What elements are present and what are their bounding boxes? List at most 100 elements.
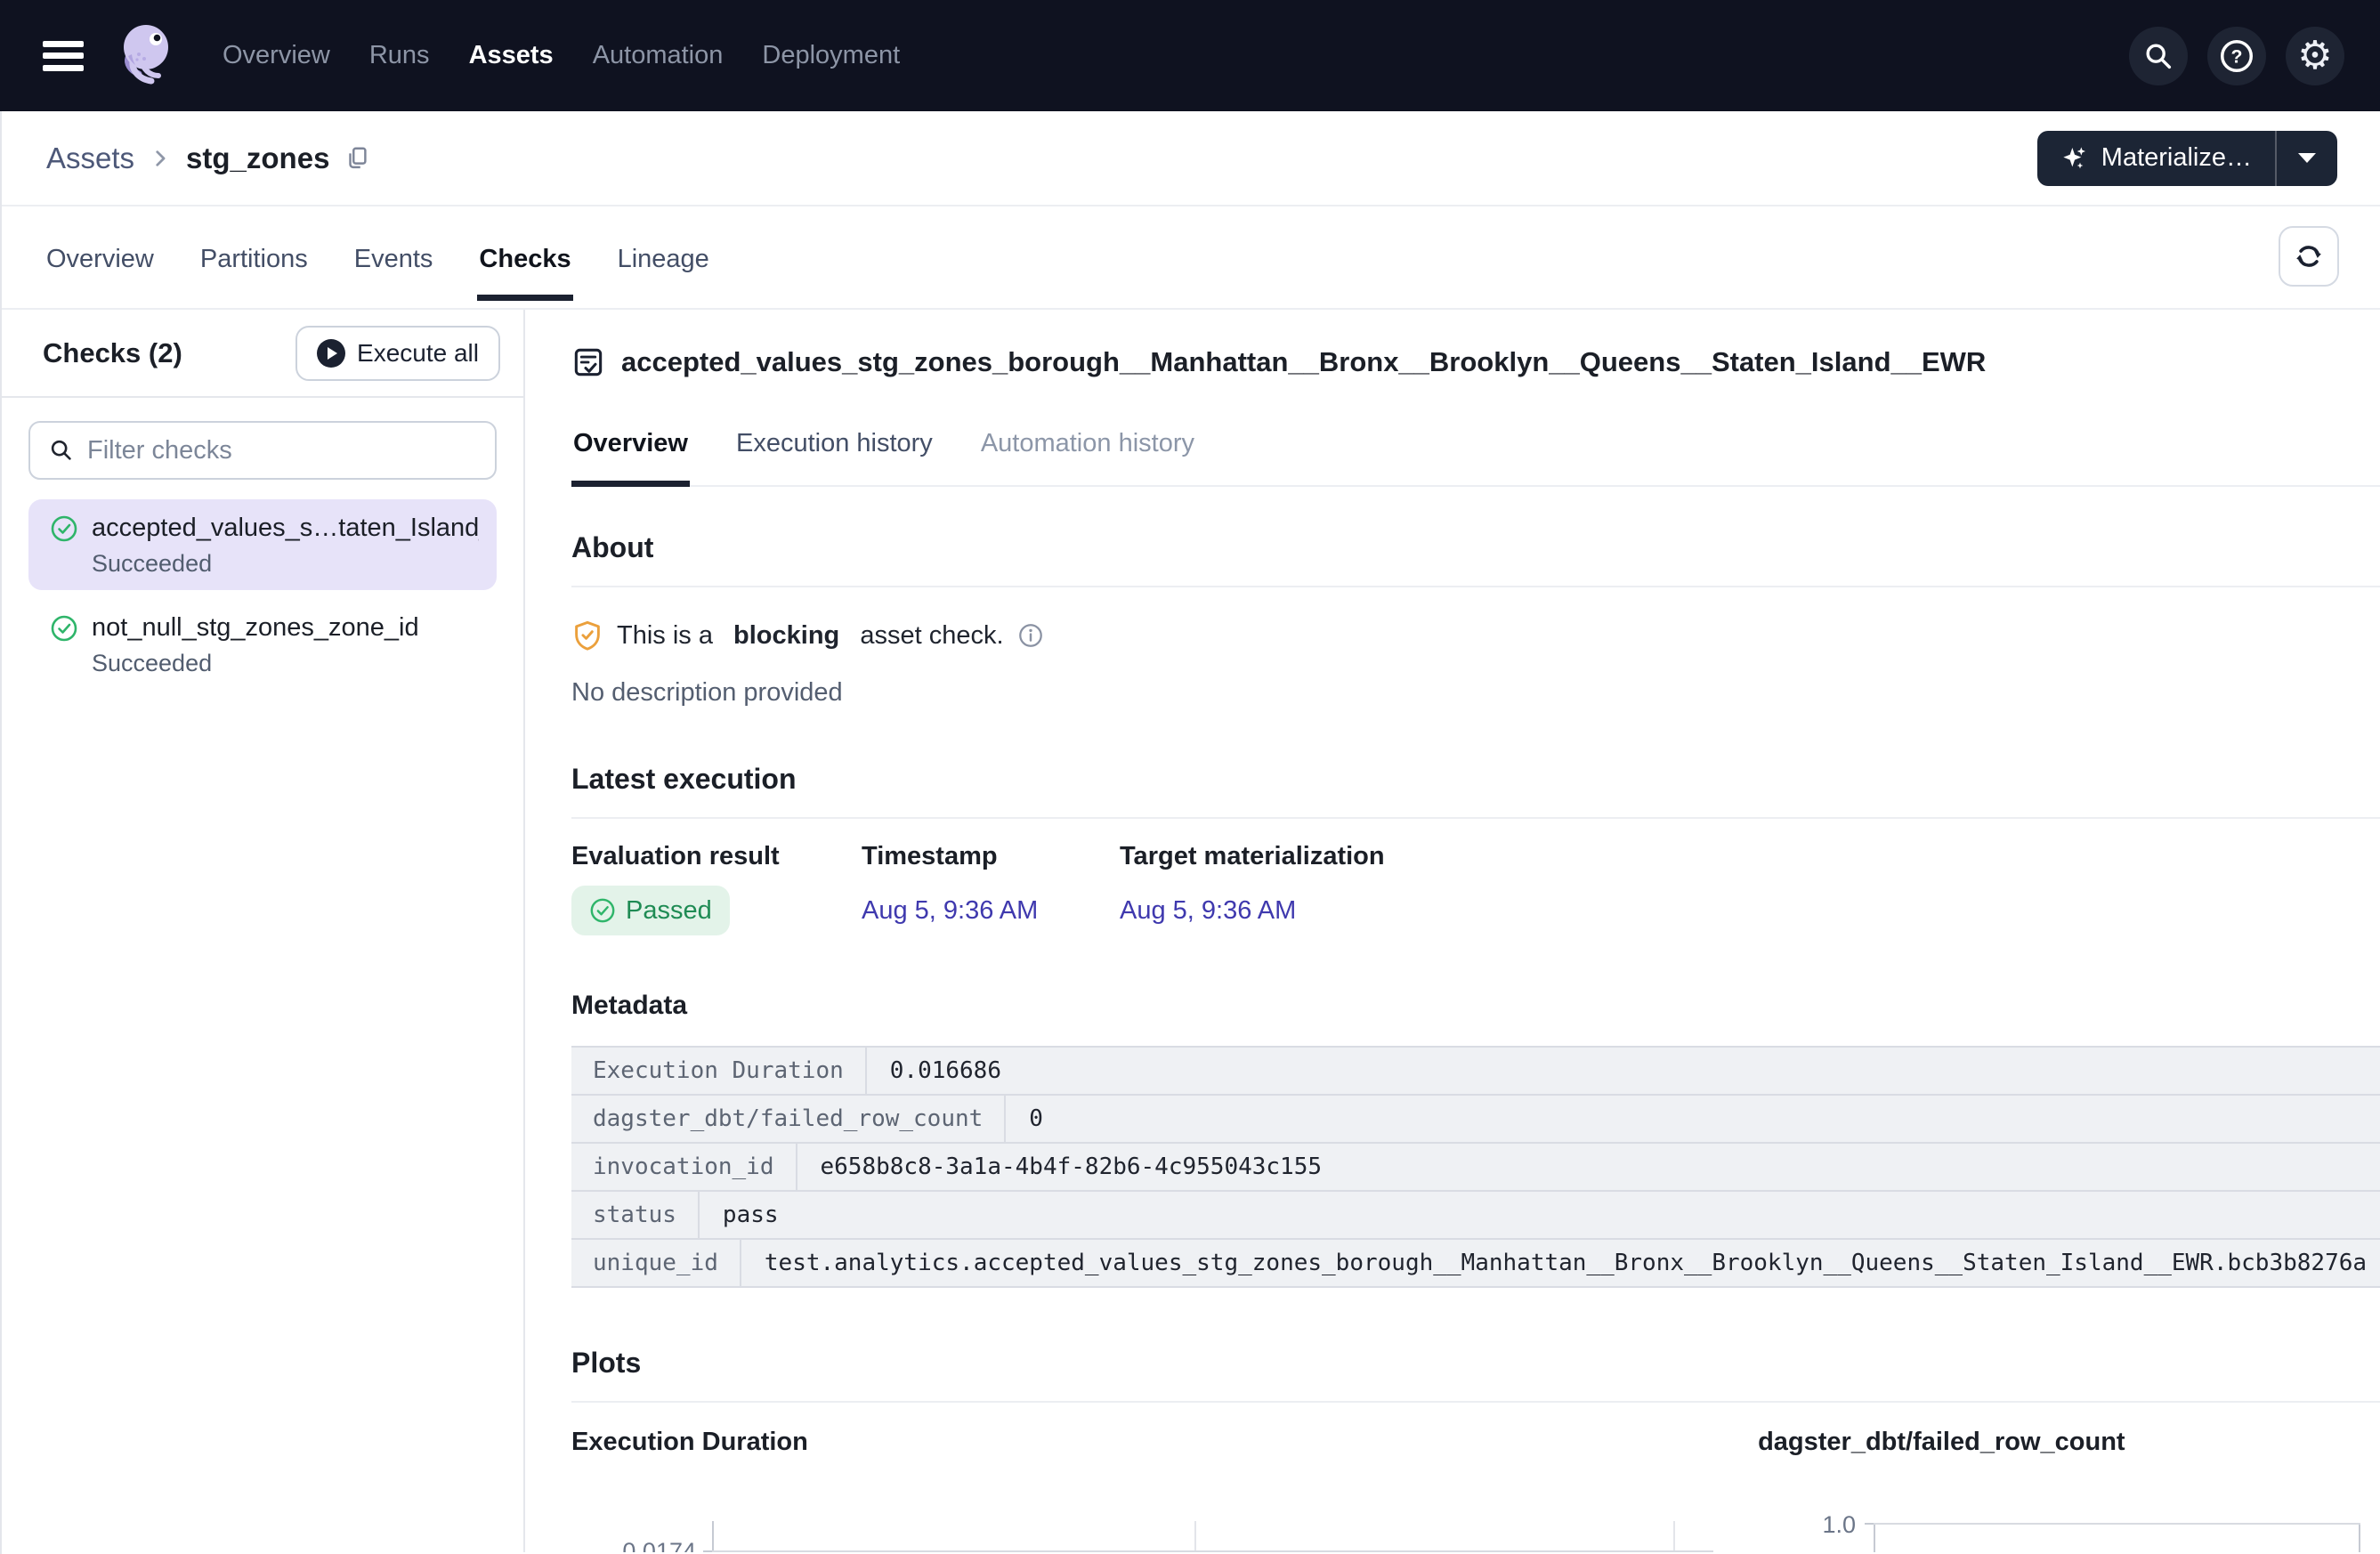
blocking-text-suffix: asset check. — [853, 621, 1003, 651]
column-header-target-materialization: Target materialization — [1120, 842, 1385, 871]
materialize-dropdown-button[interactable] — [2277, 131, 2337, 186]
nav-item-deployment[interactable]: Deployment — [762, 41, 900, 70]
y-tick-label: 0.0174 — [571, 1538, 696, 1552]
tab-lineage[interactable]: Lineage — [616, 245, 711, 308]
nav-item-runs[interactable]: Runs — [369, 41, 430, 70]
check-tab-overview[interactable]: Overview — [571, 429, 690, 485]
check-name: not_null_stg_zones_zone_id — [92, 613, 479, 643]
metadata-key: status — [571, 1192, 700, 1238]
nav-item-overview[interactable]: Overview — [223, 41, 330, 70]
metadata-heading: Metadata — [571, 991, 2380, 1021]
chart-canvas: 0.0174 — [571, 1521, 1718, 1552]
checks-count-title: Checks (2) — [43, 337, 182, 369]
metadata-key: unique_id — [571, 1240, 741, 1286]
info-icon[interactable] — [1017, 622, 1044, 649]
search-button[interactable] — [2129, 27, 2188, 85]
help-button[interactable]: ? — [2207, 27, 2266, 85]
materialize-label: Materialize… — [2101, 143, 2252, 173]
metadata-key: Execution Duration — [571, 1048, 867, 1094]
breadcrumb-assets-link[interactable]: Assets — [46, 142, 134, 175]
y-tick-label: 1.0 — [1731, 1511, 1856, 1539]
metadata-value: pass — [700, 1192, 2380, 1238]
execution-duration-chart: Execution Duration 0.0174 — [571, 1428, 1718, 1552]
column-header-timestamp: Timestamp — [862, 842, 1120, 871]
nav-item-automation[interactable]: Automation — [593, 41, 724, 70]
failed-row-count-chart: dagster_dbt/failed_row_count 1.0 0.6 — [1758, 1428, 2380, 1552]
breadcrumb: Assets stg_zones — [46, 142, 370, 175]
status-badge: Passed — [571, 886, 730, 935]
nav-links: Overview Runs Assets Automation Deployme… — [223, 41, 900, 70]
svg-text:?: ? — [2231, 45, 2243, 67]
check-title: accepted_values_stg_zones_borough__Manha… — [621, 346, 1986, 378]
asset-name: stg_zones — [186, 142, 329, 175]
metadata-value: e658b8c8-3a1a-4b4f-82b6-4c955043c155 — [797, 1144, 2380, 1190]
check-circle-icon — [50, 614, 78, 643]
check-list-item[interactable]: accepted_values_s…taten_Island__EWR Succ… — [28, 499, 497, 590]
metadata-key: invocation_id — [571, 1144, 797, 1190]
chart-canvas: 1.0 0.6 — [1758, 1521, 2380, 1552]
play-icon — [317, 339, 345, 368]
check-circle-icon — [50, 514, 78, 543]
breadcrumb-bar: Assets stg_zones Materialize… — [2, 111, 2380, 206]
passed-label: Passed — [626, 896, 712, 926]
table-row: dagster_dbt/failed_row_count 0 — [571, 1096, 2380, 1144]
chart-title: dagster_dbt/failed_row_count — [1758, 1428, 2380, 1457]
metadata-key: dagster_dbt/failed_row_count — [571, 1096, 1006, 1142]
check-list-item[interactable]: not_null_stg_zones_zone_id Succeeded — [28, 599, 497, 690]
tab-events[interactable]: Events — [352, 245, 435, 308]
latest-execution-heading: Latest execution — [571, 763, 2380, 796]
sparkle-icon — [2060, 144, 2089, 173]
asset-check-icon — [571, 345, 605, 379]
settings-button[interactable]: ⚙ — [2286, 27, 2344, 85]
check-tab-execution-history[interactable]: Execution history — [734, 429, 935, 485]
top-nav: Overview Runs Assets Automation Deployme… — [0, 0, 2380, 111]
blocking-text-prefix: This is a — [617, 621, 720, 651]
nav-item-assets[interactable]: Assets — [469, 41, 554, 70]
tab-overview[interactable]: Overview — [45, 245, 156, 308]
target-materialization-link[interactable]: Aug 5, 9:36 AM — [1120, 896, 1296, 925]
check-detail-pane: accepted_values_stg_zones_borough__Manha… — [525, 310, 2380, 1552]
execute-all-label: Execute all — [357, 339, 479, 368]
help-icon: ? — [2219, 38, 2255, 74]
table-row: status pass — [571, 1192, 2380, 1240]
check-status: Succeeded — [92, 650, 479, 677]
check-circle-icon — [589, 897, 616, 924]
gear-icon: ⚙ — [2297, 36, 2332, 76]
table-row: Execution Duration 0.016686 — [571, 1048, 2380, 1096]
plots-heading: Plots — [571, 1347, 2380, 1380]
search-icon — [48, 437, 75, 464]
metadata-table: Execution Duration 0.016686 dagster_dbt/… — [571, 1046, 2380, 1288]
tab-checks[interactable]: Checks — [477, 245, 572, 308]
search-icon — [2142, 40, 2174, 72]
divider — [571, 817, 2380, 819]
divider — [571, 1401, 2380, 1403]
materialize-button[interactable]: Materialize… — [2037, 131, 2275, 186]
asset-tabs: Overview Partitions Events Checks Lineag… — [2, 206, 2380, 310]
divider — [571, 586, 2380, 587]
check-tabs: Overview Execution history Automation hi… — [571, 429, 2380, 487]
filter-checks-field — [28, 421, 497, 480]
filter-checks-input[interactable] — [87, 436, 477, 465]
check-list: accepted_values_s…taten_Island__EWR Succ… — [28, 499, 497, 690]
shield-check-icon — [571, 619, 603, 652]
chart-title: Execution Duration — [571, 1428, 1718, 1457]
chevron-right-icon — [149, 147, 172, 170]
table-row: unique_id test.analytics.accepted_values… — [571, 1240, 2380, 1286]
metadata-value: 0 — [1006, 1096, 2380, 1142]
refresh-button[interactable] — [2279, 226, 2339, 287]
blocking-text-word: blocking — [733, 621, 839, 651]
execute-all-button[interactable]: Execute all — [295, 326, 500, 381]
check-status: Succeeded — [92, 550, 479, 578]
chevron-down-icon — [2298, 153, 2316, 163]
hamburger-icon[interactable] — [43, 41, 84, 71]
copy-icon[interactable] — [344, 145, 370, 172]
dagster-logo[interactable] — [112, 19, 187, 93]
about-heading: About — [571, 531, 2380, 564]
column-header-evaluation-result: Evaluation result — [571, 842, 862, 871]
tab-partitions[interactable]: Partitions — [198, 245, 310, 308]
refresh-icon — [2292, 239, 2326, 273]
check-name: accepted_values_s…taten_Island__EWR — [92, 514, 479, 543]
metadata-value: 0.016686 — [867, 1048, 2380, 1094]
checks-sidebar: Checks (2) Execute all — [2, 310, 525, 1552]
timestamp-link[interactable]: Aug 5, 9:36 AM — [862, 896, 1038, 925]
